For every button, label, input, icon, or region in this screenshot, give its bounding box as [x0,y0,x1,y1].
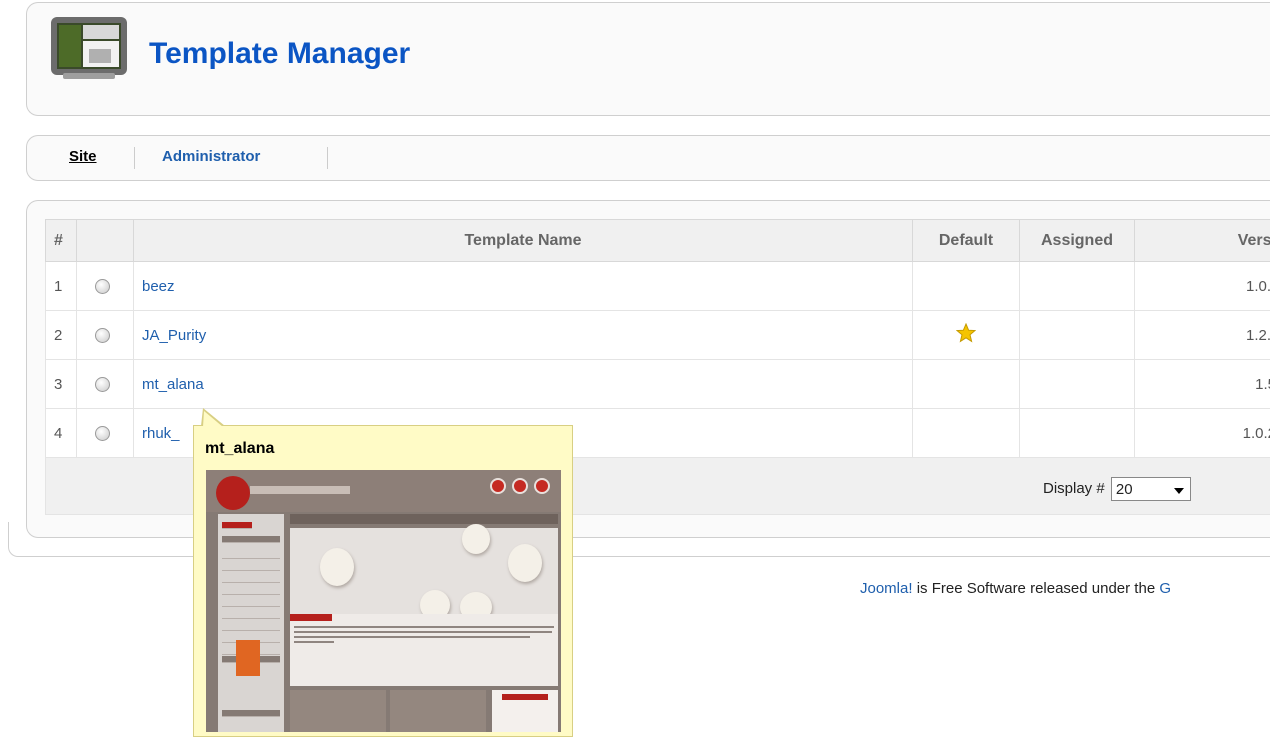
preview-orange-block [236,640,260,676]
template-name-cell: mt_alana [133,359,913,409]
column-header-version[interactable]: Versi [1134,219,1270,262]
row-number: 3 [45,359,77,409]
column-header-select [76,219,134,262]
table-row: 1 beez 1.0.( [45,261,1270,311]
display-label: Display # [1043,479,1105,497]
template-preview-image [206,470,561,732]
preview-logo [216,476,250,510]
separator [327,147,328,169]
display-count-select[interactable]: 20 [1110,477,1191,501]
assigned-cell [1019,408,1135,458]
row-number: 4 [45,408,77,458]
tab-site[interactable]: Site [69,148,97,165]
template-name-cell: JA_Purity [133,310,913,360]
column-header-number[interactable]: # [45,219,77,262]
license-link[interactable]: G [1159,580,1171,597]
preview-content [290,614,558,686]
default-cell [912,408,1020,458]
row-radio[interactable] [95,377,110,393]
table-header-row: # Template Name Default Assigned Versi [45,219,1270,262]
version-cell: 1.5 [1134,359,1270,409]
assigned-cell [1019,310,1135,360]
page-title: Template Manager [149,37,411,70]
display-count-value: 20 [1115,481,1133,498]
default-cell [912,310,1020,360]
preview-hero [290,524,558,622]
row-number: 1 [45,261,77,311]
version-cell: 1.2.( [1134,310,1270,360]
row-number: 2 [45,310,77,360]
preview-sidebar [218,514,284,732]
joomla-link[interactable]: Joomla! [860,580,913,597]
template-preview-tooltip: mt_alana [193,425,573,737]
template-link[interactable]: mt_alana [142,376,204,393]
pagination-limit: Display # 20 [1043,477,1191,501]
default-cell [912,359,1020,409]
default-star-icon [955,322,977,343]
separator [134,147,135,169]
row-select-cell [76,408,134,458]
tooltip-title: mt_alana [205,440,275,457]
column-header-default[interactable]: Default [912,219,1020,262]
row-select-cell [76,359,134,409]
preview-box [492,690,558,732]
row-select-cell [76,261,134,311]
header-panel: Template Manager [26,2,1270,116]
preview-red-label [290,614,332,621]
column-header-template-name[interactable]: Template Name [133,219,913,262]
template-name-cell: beez [133,261,913,311]
template-link[interactable]: JA_Purity [142,327,206,344]
row-radio[interactable] [95,328,110,344]
preview-nav [290,514,558,524]
preview-box [290,690,386,732]
version-cell: 1.0.2 [1134,408,1270,458]
preview-box [390,690,486,732]
template-link[interactable]: rhuk_ [142,425,180,442]
tooltip-pointer-fill [203,411,223,427]
default-cell [912,261,1020,311]
column-header-assigned[interactable]: Assigned [1019,219,1135,262]
submenu-panel: Site Administrator [26,135,1270,181]
footer-text: is Free Software released under the [912,580,1160,597]
row-select-cell [76,310,134,360]
template-link[interactable]: beez [142,278,175,295]
preview-logo-text [250,486,350,494]
tab-administrator[interactable]: Administrator [162,148,260,165]
table-row: 2 JA_Purity 1.2.( [45,310,1270,360]
assigned-cell [1019,261,1135,311]
row-radio[interactable] [95,279,110,295]
assigned-cell [1019,359,1135,409]
chevron-down-icon [1173,488,1184,494]
version-cell: 1.0.( [1134,261,1270,311]
table-row: 3 mt_alana 1.5 [45,359,1270,409]
template-manager-icon [51,17,127,79]
row-radio[interactable] [95,426,110,442]
footer-credits: Joomla! is Free Software released under … [860,580,1171,597]
